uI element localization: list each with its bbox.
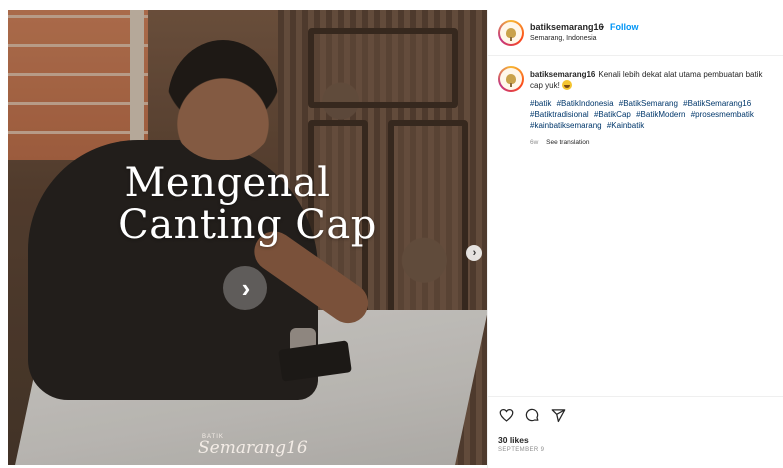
comment-icon[interactable] bbox=[524, 407, 540, 423]
hashtag-link[interactable]: #BatikSemarang16 bbox=[683, 99, 751, 108]
hashtag-link[interactable]: #Batiktradisional bbox=[530, 110, 589, 119]
carousel-next-button[interactable]: › bbox=[466, 245, 482, 261]
header-username[interactable]: batiksemarang16 bbox=[530, 22, 604, 32]
action-bar bbox=[498, 407, 566, 423]
watermark-brand-text: Semarang16 bbox=[198, 438, 308, 458]
hashtag-link[interactable]: #batik bbox=[530, 99, 551, 108]
avatar[interactable] bbox=[498, 66, 524, 92]
separator-dot: • bbox=[601, 22, 605, 32]
avatar[interactable] bbox=[498, 20, 524, 46]
heart-icon[interactable] bbox=[498, 407, 514, 423]
headline-line-1: Mengenal bbox=[124, 160, 331, 206]
chevron-right-icon: › bbox=[241, 273, 251, 303]
post-age: 6w bbox=[530, 139, 539, 146]
media-headline: Mengenal Canting Cap bbox=[8, 162, 487, 246]
post-actions: 30 likes SEPTEMBER 9 bbox=[488, 396, 783, 468]
see-translation-link[interactable]: See translation bbox=[546, 139, 589, 146]
follow-button[interactable]: Follow bbox=[610, 22, 639, 32]
caption-username[interactable]: batiksemarang16 bbox=[530, 70, 595, 79]
likes-count[interactable]: 30 likes bbox=[498, 435, 529, 445]
watermark-small-text: BATIK bbox=[202, 434, 224, 440]
caption-text: batiksemarang16 Kenali lebih dekat alat u… bbox=[530, 69, 783, 91]
hashtag-link[interactable]: #Kainbatik bbox=[607, 121, 644, 130]
hashtag-link[interactable]: #prosesmembatik bbox=[691, 110, 754, 119]
hashtag-link[interactable]: #kainbatiksemarang bbox=[530, 121, 602, 130]
headline-line-2: Canting Cap bbox=[118, 202, 377, 248]
caption-meta: 6w See translation bbox=[530, 139, 590, 146]
logo-icon bbox=[506, 28, 516, 41]
grinning-face-icon bbox=[561, 80, 572, 90]
hashtag-link[interactable]: #BatikCap bbox=[594, 110, 631, 119]
post-side-panel: batiksemarang16 • Follow Semarang, Indon… bbox=[487, 10, 783, 468]
caption-body-cont: cap yuk! bbox=[530, 81, 560, 90]
post-media[interactable]: Mengenal Canting Cap › BATIK Semarang16 bbox=[8, 10, 487, 465]
slide-next-button[interactable]: › bbox=[223, 266, 267, 310]
chevron-right-icon: › bbox=[472, 246, 477, 259]
post-header: batiksemarang16 • Follow Semarang, Indon… bbox=[488, 10, 783, 56]
hashtag-list: #batik #BatikIndonesia #BatikSemarang #B… bbox=[530, 98, 780, 131]
instagram-post: Mengenal Canting Cap › BATIK Semarang16 … bbox=[0, 0, 783, 468]
location-link[interactable]: Semarang, Indonesia bbox=[530, 35, 597, 42]
hashtag-link[interactable]: #BatikModern bbox=[636, 110, 685, 119]
hashtag-link[interactable]: #BatikIndonesia bbox=[557, 99, 614, 108]
send-icon[interactable] bbox=[550, 407, 566, 423]
caption-body: Kenali lebih dekat alat utama pembuatan … bbox=[598, 70, 763, 79]
logo-icon bbox=[506, 74, 516, 87]
brand-watermark: BATIK Semarang16 bbox=[198, 434, 308, 458]
hashtag-link[interactable]: #BatikSemarang bbox=[619, 99, 678, 108]
post-date: SEPTEMBER 9 bbox=[498, 447, 545, 453]
